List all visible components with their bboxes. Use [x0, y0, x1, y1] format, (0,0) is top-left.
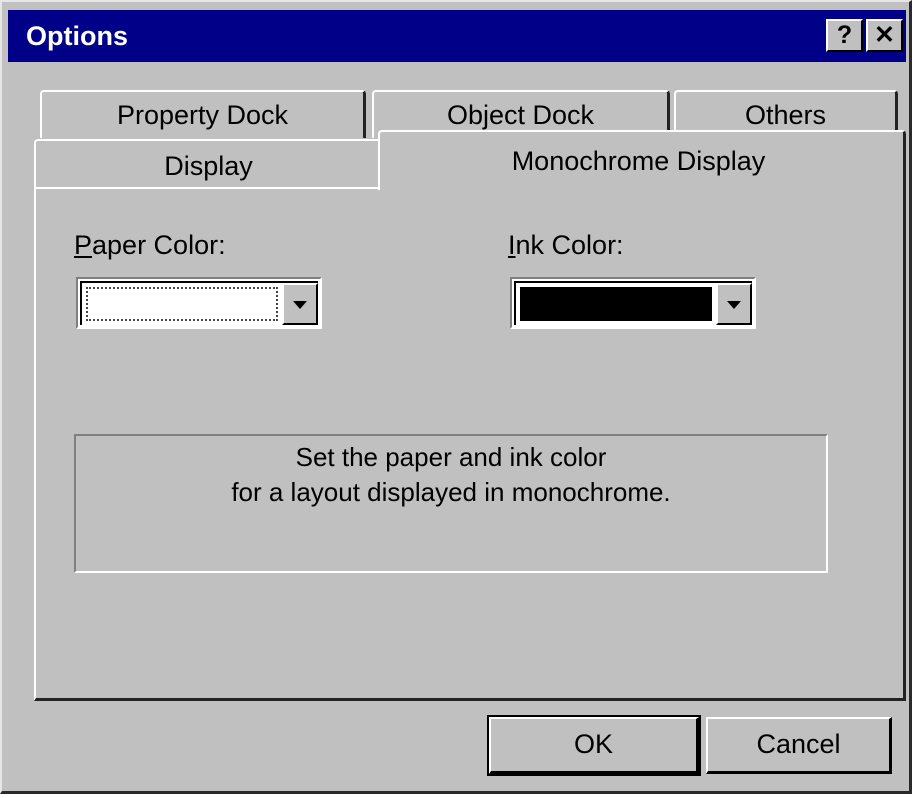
options-dialog: Options ? ✕ Property Dock Object Dock Ot… — [0, 0, 912, 794]
ok-button[interactable]: OK — [487, 715, 701, 776]
chevron-down-icon — [727, 301, 741, 309]
close-icon: ✕ — [874, 21, 895, 49]
cancel-button[interactable]: Cancel — [706, 717, 892, 774]
help-button[interactable]: ? — [826, 19, 863, 52]
chevron-down-icon — [293, 301, 307, 309]
help-icon: ? — [836, 21, 853, 49]
tab-label: Monochrome Display — [511, 146, 766, 176]
paper-color-label: Paper Color: — [74, 230, 226, 260]
tab-label: Display — [164, 151, 253, 181]
tab-label: Property Dock — [116, 100, 289, 130]
paper-color-dropdown-button[interactable] — [282, 283, 318, 325]
close-button[interactable]: ✕ — [866, 19, 903, 52]
tab-display[interactable]: Display — [34, 139, 384, 189]
description-box: Set the paper and ink color for a layout… — [74, 434, 828, 573]
description-line-2: for a layout displayed in monochrome. — [231, 477, 671, 507]
tab-property-dock[interactable]: Property Dock — [40, 90, 366, 138]
tab-monochrome-display[interactable]: Monochrome Display — [378, 130, 906, 190]
title-bar[interactable]: Options ? ✕ — [8, 10, 906, 62]
ok-label: OK — [573, 729, 613, 759]
description-line-1: Set the paper and ink color — [295, 442, 607, 472]
window-title: Options — [26, 21, 128, 51]
ink-color-dropdown-button[interactable] — [716, 283, 752, 325]
cancel-label: Cancel — [756, 729, 841, 759]
ink-color-swatch — [520, 287, 712, 321]
ink-color-label: Ink Color: — [508, 230, 624, 260]
paper-color-select[interactable] — [76, 277, 322, 329]
ink-color-select[interactable] — [510, 277, 756, 329]
paper-color-swatch — [86, 287, 278, 321]
